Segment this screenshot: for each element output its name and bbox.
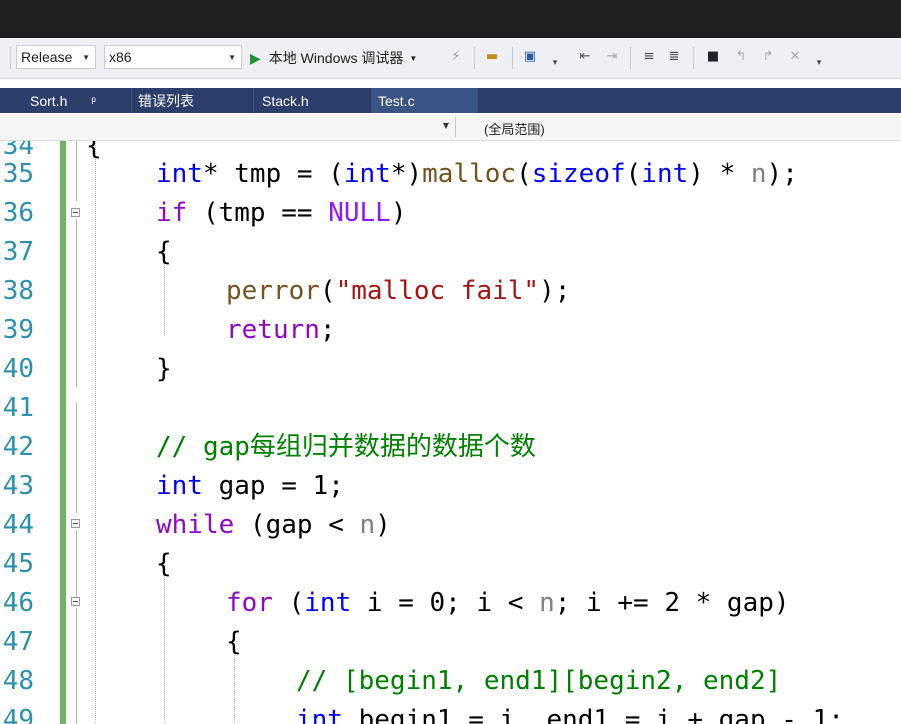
outline-line bbox=[76, 608, 77, 724]
toolbar-separator bbox=[474, 47, 475, 69]
overflow-icon[interactable]: ▾ bbox=[546, 54, 564, 72]
line-number: 47 bbox=[2, 627, 34, 657]
prev-bookmark-icon[interactable]: ↰ bbox=[732, 48, 750, 66]
toolbar-separator bbox=[10, 47, 11, 69]
tab-error-list[interactable]: 错误列表 bbox=[132, 88, 254, 113]
indent-guide bbox=[95, 141, 96, 724]
code-line: while (gap < n) bbox=[156, 510, 391, 540]
next-bookmark-icon[interactable]: ↱ bbox=[759, 48, 777, 66]
solution-explorer-icon[interactable]: ▣ bbox=[521, 48, 539, 66]
code-line: } bbox=[156, 354, 172, 384]
line-number: 41 bbox=[2, 393, 34, 423]
code-line: int* tmp = (int*)malloc(sizeof(int) * n)… bbox=[156, 159, 798, 189]
hot-reload-icon[interactable]: ⚡ bbox=[447, 48, 465, 66]
code-line: { bbox=[156, 237, 172, 267]
tab-label: Stack.h bbox=[262, 92, 309, 109]
debugger-label: 本地 Windows 调试器 bbox=[268, 50, 404, 66]
line-number: 44 bbox=[2, 510, 34, 540]
tab-label: Test.c bbox=[378, 92, 415, 109]
play-icon: ▶ bbox=[250, 49, 261, 66]
code-comment: // [begin1, end1][begin2, end2] bbox=[296, 666, 782, 696]
code-line: for (int i = 0; i < n; i += 2 * gap) bbox=[226, 588, 790, 618]
line-number: 40 bbox=[2, 354, 34, 384]
pin-icon[interactable]: ᵖ bbox=[91, 94, 96, 108]
navigation-bar: ▼ (全局范围) bbox=[0, 114, 901, 141]
outdent-icon[interactable]: ⇤ bbox=[576, 48, 594, 66]
bookmark-icon[interactable]: ■ bbox=[704, 48, 722, 66]
platform-value: x86 bbox=[109, 49, 132, 65]
code-line: return; bbox=[226, 315, 336, 345]
line-number: 42 bbox=[2, 432, 34, 462]
chevron-down-icon: ▼ bbox=[82, 53, 90, 62]
outline-line bbox=[76, 403, 77, 513]
chevron-down-icon: ▼ bbox=[442, 121, 449, 130]
chevron-down-icon: ▼ bbox=[228, 53, 236, 62]
tab-sort-h[interactable]: Sort.h ᵖ bbox=[22, 88, 132, 113]
line-number: 39 bbox=[2, 315, 34, 345]
collapse-icon[interactable] bbox=[71, 519, 80, 528]
line-number: 49 bbox=[2, 705, 34, 724]
code-comment: // gap每组归并数据的数据个数 bbox=[156, 432, 536, 462]
line-number: 45 bbox=[2, 549, 34, 579]
navbar-separator bbox=[455, 117, 456, 137]
title-bar bbox=[0, 0, 901, 38]
line-number: 38 bbox=[2, 276, 34, 306]
code-line: perror("malloc fail"); bbox=[226, 276, 571, 306]
line-number: 37 bbox=[2, 237, 34, 267]
comment-icon[interactable]: ≡ bbox=[640, 48, 658, 66]
outline-line bbox=[76, 141, 77, 201]
configuration-value: Release bbox=[21, 49, 73, 65]
document-tab-bar: Sort.h ᵖ 错误列表 Stack.h Test.c bbox=[0, 88, 901, 113]
indent-guide bbox=[164, 573, 165, 724]
indent-icon[interactable]: ⇥ bbox=[603, 48, 621, 66]
outline-line bbox=[76, 219, 77, 387]
code-line: { bbox=[156, 549, 172, 579]
code-line: { bbox=[226, 627, 242, 657]
collapse-icon[interactable] bbox=[71, 208, 80, 217]
configuration-dropdown[interactable]: Release ▼ bbox=[16, 45, 96, 69]
overflow-icon[interactable]: ▾ bbox=[810, 54, 828, 72]
code-line: { bbox=[86, 141, 102, 161]
indent-guide bbox=[164, 261, 165, 336]
outline-line bbox=[76, 530, 77, 597]
tab-label: 错误列表 bbox=[138, 92, 194, 109]
scope-dropdown[interactable]: (全局范围) bbox=[484, 119, 545, 138]
line-number: 46 bbox=[2, 588, 34, 618]
code-line: if (tmp == NULL) bbox=[156, 198, 407, 228]
clear-bookmarks-icon[interactable]: ✕ bbox=[786, 48, 804, 66]
collapse-icon[interactable] bbox=[71, 597, 80, 606]
line-number: 35 bbox=[2, 159, 34, 189]
tab-stack-h[interactable]: Stack.h bbox=[254, 88, 372, 113]
toolbar: Release ▼ x86 ▼ ▶ 本地 Windows 调试器 ▼ ⚡ ▬ ▣… bbox=[0, 38, 901, 79]
code-editor[interactable]: 34 35 36 37 38 39 40 41 42 43 44 45 46 4… bbox=[0, 141, 901, 724]
tab-test-c[interactable]: Test.c bbox=[372, 88, 478, 113]
line-number: 36 bbox=[2, 198, 34, 228]
code-line: int begin1 = i, end1 = i + gap - 1; bbox=[296, 705, 844, 724]
line-number: 48 bbox=[2, 666, 34, 696]
platform-dropdown[interactable]: x86 ▼ bbox=[104, 45, 242, 69]
code-line: int gap = 1; bbox=[156, 471, 344, 501]
chevron-down-icon: ▼ bbox=[409, 53, 418, 63]
line-number: 43 bbox=[2, 471, 34, 501]
start-debugger-button[interactable]: ▶ 本地 Windows 调试器 ▼ bbox=[250, 38, 417, 78]
uncomment-icon[interactable]: ≣ bbox=[665, 48, 683, 66]
toolbar-separator bbox=[512, 47, 513, 69]
toolbar-separator bbox=[630, 47, 631, 69]
project-dropdown[interactable]: ▼ bbox=[0, 117, 455, 137]
tab-label: Sort.h bbox=[30, 92, 68, 109]
change-tracking-bar bbox=[60, 141, 66, 724]
toolbar-separator bbox=[693, 47, 694, 69]
folder-icon[interactable]: ▬ bbox=[483, 48, 501, 66]
